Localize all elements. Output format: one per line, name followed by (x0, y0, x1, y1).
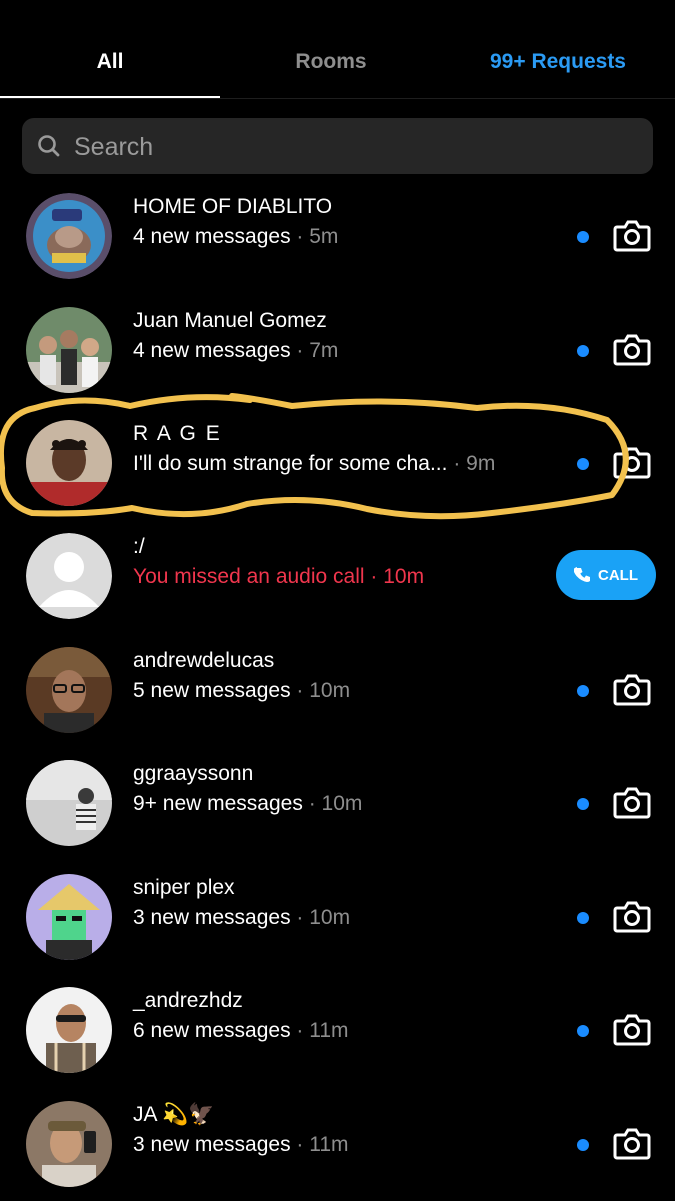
thread-subtitle: 3 new messages · 10m (133, 906, 351, 929)
camera-icon[interactable] (613, 785, 651, 819)
thread-subtitle: 9+ new messages · 10m (133, 792, 363, 815)
unread-dot (577, 912, 589, 924)
thread-row[interactable]: Juan Manuel Gomez 4 new messages · 7m (0, 294, 675, 407)
thread-subtitle: 3 new messages · 11m (133, 1133, 349, 1156)
call-button[interactable]: CALL (556, 550, 656, 600)
avatar (26, 420, 112, 506)
tab-rooms[interactable]: Rooms (221, 44, 441, 80)
camera-icon[interactable] (613, 672, 651, 706)
tab-requests[interactable]: 99+ Requests (441, 44, 675, 80)
unread-dot (577, 1025, 589, 1037)
tab-bar: All Rooms 99+ Requests (0, 0, 675, 99)
thread-subtitle: 4 new messages · 5m (133, 225, 339, 248)
active-tab-indicator (0, 96, 220, 98)
thread-name: Juan Manuel Gomez (133, 309, 327, 332)
thread-name: _andrezhdz (133, 989, 243, 1012)
avatar (26, 987, 112, 1073)
thread-name: sniper plex (133, 876, 235, 899)
avatar (26, 760, 112, 846)
unread-dot (577, 685, 589, 697)
search-input[interactable] (72, 126, 636, 168)
search-bar[interactable] (22, 118, 653, 174)
thread-name: R A G E (133, 422, 222, 445)
camera-icon[interactable] (613, 218, 651, 252)
camera-icon[interactable] (613, 445, 651, 479)
thread-row[interactable]: _andrezhdz 6 new messages · 11m (0, 974, 675, 1087)
thread-row[interactable]: R A G E I'll do sum strange for some cha… (0, 407, 675, 520)
phone-icon (574, 567, 590, 582)
avatar (26, 647, 112, 733)
thread-name: andrewdelucas (133, 649, 275, 672)
thread-name: JA 💫🦅 (133, 1103, 215, 1126)
avatar (26, 1101, 112, 1187)
thread-subtitle: You missed an audio call · 10m (133, 565, 425, 588)
search-icon (38, 135, 60, 157)
thread-row[interactable]: :/ You missed an audio call · 10m CALL (0, 520, 675, 633)
unread-dot (577, 231, 589, 243)
thread-subtitle: 5 new messages · 10m (133, 679, 351, 702)
camera-icon[interactable] (613, 1126, 651, 1160)
thread-subtitle: 4 new messages · 7m (133, 339, 339, 362)
thread-row[interactable]: andrewdelucas 5 new messages · 10m (0, 634, 675, 747)
unread-dot (577, 458, 589, 470)
unread-dot (577, 798, 589, 810)
thread-row[interactable]: ggraayssonn 9+ new messages · 10m (0, 747, 675, 860)
thread-row[interactable]: HOME OF DIABLITO 4 new messages · 5m (0, 180, 675, 293)
unread-dot (577, 345, 589, 357)
thread-subtitle: I'll do sum strange for some cha... · 9m (133, 452, 496, 475)
camera-icon[interactable] (613, 332, 651, 366)
avatar (26, 874, 112, 960)
avatar (26, 307, 112, 393)
avatar (26, 193, 112, 279)
thread-subtitle: 6 new messages · 11m (133, 1019, 349, 1042)
avatar (26, 533, 112, 619)
tab-all[interactable]: All (0, 44, 220, 80)
camera-icon[interactable] (613, 899, 651, 933)
thread-row[interactable]: sniper plex 3 new messages · 10m (0, 861, 675, 974)
thread-name: ggraayssonn (133, 762, 254, 785)
camera-icon[interactable] (613, 1012, 651, 1046)
thread-name: :/ (133, 535, 145, 558)
unread-dot (577, 1139, 589, 1151)
thread-name: HOME OF DIABLITO (133, 195, 333, 218)
thread-row[interactable]: JA 💫🦅 3 new messages · 11m (0, 1088, 675, 1201)
